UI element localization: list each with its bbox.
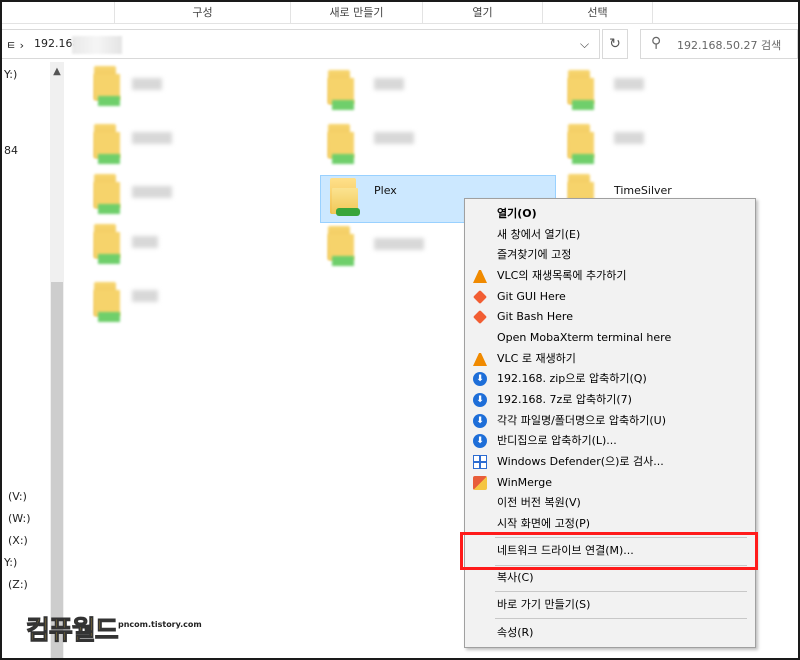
folder-name-redacted <box>132 290 158 302</box>
ribbon-group-select[interactable]: 선택 <box>542 2 652 24</box>
bandizip-icon: ⬇ <box>473 393 487 407</box>
git-icon <box>473 290 487 304</box>
menu-separator <box>495 591 747 592</box>
ribbon-group-new[interactable]: 새로 만들기 <box>290 2 422 24</box>
ribbon-group-empty <box>652 2 798 24</box>
search-input[interactable]: ⚲ 192.168.50.27 검색 <box>640 29 798 59</box>
git-icon <box>473 310 487 324</box>
menu-item-bandizip[interactable]: ⬇ 반디집으로 압축하기(L)... <box>465 431 755 451</box>
vlc-icon <box>473 352 487 366</box>
menu-item-create-shortcut[interactable]: 바로 가기 만들기(S) <box>465 595 755 615</box>
folder-icon[interactable] <box>322 124 358 168</box>
menu-item-git-bash[interactable]: Git Bash Here <box>465 307 755 327</box>
address-row: ㅌ › 192.168 ⌵ ↻ ⚲ 192.168.50.27 검색 <box>2 29 798 59</box>
ribbon-group-organize[interactable]: 구성 <box>114 2 290 24</box>
menu-item-copy[interactable]: 복사(C) <box>465 568 755 588</box>
folder-icon[interactable] <box>88 282 124 326</box>
folder-name-redacted <box>614 78 644 90</box>
defender-icon <box>473 455 487 469</box>
search-icon: ⚲ <box>651 35 662 51</box>
address-redaction <box>72 36 122 54</box>
refresh-button[interactable]: ↻ <box>602 29 628 59</box>
menu-item-7z-compress[interactable]: ⬇ 192.168. 7z로 압축하기(7) <box>465 390 755 410</box>
menu-item-mobaxterm[interactable]: Open MobaXterm terminal here <box>465 328 755 348</box>
menu-item-properties[interactable]: 속성(R) <box>465 623 755 643</box>
menu-item-compress-each[interactable]: ⬇ 각각 파일명/폴더명으로 압축하기(U) <box>465 411 755 431</box>
explorer-window: 구성 새로 만들기 열기 선택 ㅌ › 192.168 ⌵ ↻ ⚲ 192.16… <box>0 0 800 660</box>
menu-item-pin-start[interactable]: 시작 화면에 고정(P) <box>465 514 755 534</box>
chevron-down-icon[interactable]: ⌵ <box>580 37 589 52</box>
winmerge-icon <box>473 476 487 490</box>
folder-icon[interactable] <box>88 66 124 110</box>
folder-icon[interactable] <box>88 124 124 168</box>
nav-item-drive-x[interactable]: (X:) <box>8 534 28 547</box>
search-placeholder: 192.168.50.27 검색 <box>677 39 782 52</box>
ribbon-groups: 구성 새로 만들기 열기 선택 <box>2 2 798 24</box>
folder-name-redacted <box>132 236 158 248</box>
menu-item-zip-compress[interactable]: ⬇ 192.168. zip으로 압축하기(Q) <box>465 369 755 389</box>
watermark-site: pncom.tistory.com <box>118 620 202 629</box>
menu-item-winmerge[interactable]: WinMerge <box>465 473 755 493</box>
nav-item-drive-y[interactable]: Y:) <box>4 556 17 569</box>
folder-name-plex[interactable]: Plex <box>374 184 397 197</box>
network-folder-icon[interactable] <box>328 178 362 220</box>
highlight-box <box>460 532 758 570</box>
bandizip-icon: ⬇ <box>473 434 487 448</box>
menu-item-pin-quick-access[interactable]: 즐겨찾기에 고정 <box>465 245 755 265</box>
folder-icon[interactable] <box>562 124 598 168</box>
folder-name-redacted <box>374 78 404 90</box>
nav-scrollbar[interactable]: ▲ <box>50 62 64 658</box>
nav-item[interactable]: 84 <box>4 144 18 157</box>
folder-icon[interactable] <box>88 174 124 218</box>
bandizip-icon: ⬇ <box>473 372 487 386</box>
menu-item-restore-previous[interactable]: 이전 버전 복원(V) <box>465 493 755 513</box>
scroll-thumb[interactable] <box>51 282 63 658</box>
breadcrumb-prefix[interactable]: ㅌ › <box>6 37 24 53</box>
folder-name-redacted <box>374 132 414 144</box>
nav-item-drive-v[interactable]: (V:) <box>8 490 27 503</box>
menu-item-git-gui[interactable]: Git GUI Here <box>465 287 755 307</box>
context-menu: 열기(O) 새 창에서 열기(E) 즐겨찾기에 고정 VLC의 재생목록에 추가… <box>464 198 756 648</box>
nav-item-drive-z[interactable]: (Z:) <box>8 578 28 591</box>
menu-item-vlc-play[interactable]: VLC 로 재생하기 <box>465 349 755 369</box>
folder-icon[interactable] <box>322 226 358 270</box>
folder-name-redacted <box>132 186 172 198</box>
nav-item-drive[interactable]: Y:) <box>4 68 17 81</box>
address-bar[interactable]: ㅌ › 192.168 ⌵ <box>2 29 600 59</box>
folder-name-timesilver[interactable]: TimeSilver <box>614 184 672 197</box>
menu-item-defender-scan[interactable]: Windows Defender(으)로 검사... <box>465 452 755 472</box>
ribbon-group-open[interactable]: 열기 <box>422 2 542 24</box>
folder-name-redacted <box>132 78 162 90</box>
folder-icon[interactable] <box>562 70 598 114</box>
bandizip-icon: ⬇ <box>473 414 487 428</box>
folder-name-redacted <box>132 132 172 144</box>
folder-icon[interactable] <box>322 70 358 114</box>
menu-item-open-new-window[interactable]: 새 창에서 열기(E) <box>465 225 755 245</box>
scroll-up-icon[interactable]: ▲ <box>50 66 64 77</box>
folder-name-redacted <box>614 132 644 144</box>
vlc-icon <box>473 269 487 283</box>
folder-icon[interactable] <box>88 224 124 268</box>
menu-item-open[interactable]: 열기(O) <box>465 204 755 224</box>
menu-separator <box>495 618 747 619</box>
watermark-logo: 컴퓨월드 <box>26 616 120 647</box>
menu-item-vlc-add-playlist[interactable]: VLC의 재생목록에 추가하기 <box>465 266 755 286</box>
folder-name-redacted <box>374 238 424 250</box>
nav-item-drive-w[interactable]: (W:) <box>8 512 31 525</box>
